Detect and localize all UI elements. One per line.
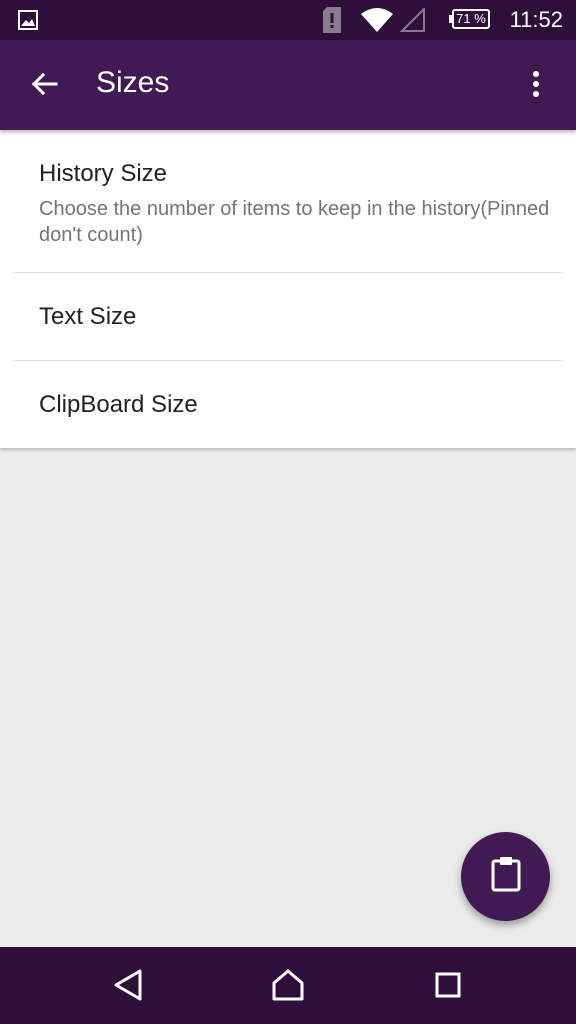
setting-history-size[interactable]: History Size Choose the number of items … xyxy=(0,130,576,272)
battery-icon: 71 % xyxy=(449,9,490,29)
screen: 71 % 11:52 Sizes History Size Choose the… xyxy=(0,0,576,1024)
nav-home-icon xyxy=(271,969,305,1006)
status-time: 11:52 xyxy=(509,7,563,32)
arrow-back-icon xyxy=(30,70,58,103)
navigation-bar xyxy=(0,947,576,1024)
setting-clipboard-size[interactable]: ClipBoard Size xyxy=(0,361,576,448)
wifi-icon xyxy=(360,6,394,39)
nav-back-icon xyxy=(113,969,143,1006)
setting-title: Text Size xyxy=(39,302,137,330)
battery-percent: 71 % xyxy=(456,11,486,26)
settings-list: History Size Choose the number of items … xyxy=(0,130,576,448)
clipboard-fab-button[interactable] xyxy=(461,832,550,921)
page-title: Sizes xyxy=(96,66,170,99)
alert-icon xyxy=(322,6,342,39)
more-vert-icon xyxy=(532,70,540,103)
nav-home-button[interactable] xyxy=(266,965,310,1009)
setting-title: History Size xyxy=(39,160,168,187)
setting-text-size[interactable]: Text Size xyxy=(0,273,576,360)
cell-signal-icon xyxy=(399,6,426,37)
nav-recents-icon xyxy=(435,972,461,1003)
app-bar: Sizes xyxy=(0,40,576,130)
clipboard-icon xyxy=(490,856,522,897)
nav-recents-button[interactable] xyxy=(426,965,470,1009)
setting-summary: Choose the number of items to keep in th… xyxy=(39,198,550,246)
setting-title: ClipBoard Size xyxy=(39,390,198,418)
image-notification-icon xyxy=(18,10,38,35)
back-button[interactable] xyxy=(22,64,66,108)
overflow-menu-button[interactable] xyxy=(514,64,558,108)
nav-back-button[interactable] xyxy=(106,965,150,1009)
status-bar: 71 % 11:52 xyxy=(0,0,576,40)
